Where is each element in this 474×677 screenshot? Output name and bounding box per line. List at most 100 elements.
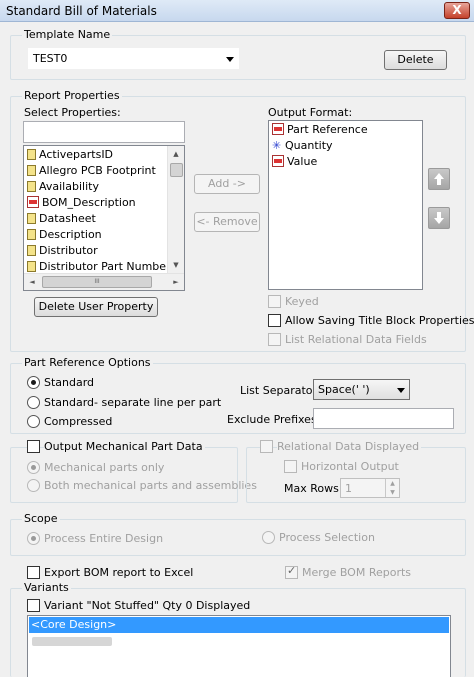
compressed-label: Compressed bbox=[44, 415, 113, 428]
horizontal-output-label: Horizontal Output bbox=[301, 460, 399, 473]
exclude-prefixes-input[interactable] bbox=[313, 408, 454, 429]
standard-separate-label: Standard- separate line per part bbox=[44, 396, 222, 409]
variant-not-stuffed-label: Variant "Not Stuffed" Qty 0 Displayed bbox=[44, 599, 251, 612]
list-item[interactable]: Part Reference bbox=[272, 122, 368, 138]
max-rows-value: 1 bbox=[345, 482, 352, 495]
radio-dot bbox=[31, 465, 36, 470]
property-search-input[interactable] bbox=[23, 121, 185, 143]
property-icon bbox=[27, 196, 39, 208]
checkmark-icon: ✓ bbox=[287, 564, 297, 577]
mechanical-only-label: Mechanical parts only bbox=[44, 461, 165, 474]
max-rows-stepper[interactable]: 1 ▲ ▼ bbox=[340, 478, 400, 498]
scope-legend: Scope bbox=[22, 512, 60, 525]
output-format-label: Output Format: bbox=[268, 106, 353, 119]
template-name-value: TEST0 bbox=[33, 52, 68, 65]
list-item[interactable]: Allegro PCB Footprint bbox=[27, 163, 156, 179]
scroll-right-icon[interactable]: ► bbox=[168, 274, 184, 290]
select-properties-list[interactable]: ActivepartsID Allegro PCB Footprint Avai… bbox=[23, 145, 185, 291]
list-separator-combo[interactable]: Space(' ') bbox=[313, 379, 410, 400]
obscured-item bbox=[32, 637, 112, 646]
chevron-down-icon[interactable] bbox=[226, 57, 234, 62]
scrollbar-thumb[interactable] bbox=[170, 163, 183, 177]
template-name-legend: Template Name bbox=[22, 28, 113, 41]
variants-list[interactable]: <Core Design> bbox=[27, 615, 451, 677]
list-item[interactable]: Distributor bbox=[27, 243, 98, 259]
close-button[interactable]: X bbox=[444, 2, 470, 19]
doc-icon bbox=[27, 245, 36, 256]
close-icon: X bbox=[452, 3, 462, 17]
keyed-label: Keyed bbox=[285, 295, 319, 308]
process-selection-label: Process Selection bbox=[279, 531, 375, 544]
property-icon bbox=[272, 155, 284, 167]
property-icon bbox=[272, 123, 284, 135]
template-name-combo[interactable]: TEST0 bbox=[28, 48, 239, 69]
list-item[interactable]: ActivepartsID bbox=[27, 147, 113, 163]
output-mechanical-checkbox[interactable] bbox=[27, 440, 40, 453]
add-property-button[interactable]: Add -> bbox=[194, 174, 260, 194]
allow-title-block-checkbox[interactable] bbox=[268, 314, 281, 327]
vertical-scrollbar[interactable]: ▲ ▼ bbox=[167, 146, 184, 273]
relational-data-label: Relational Data Displayed bbox=[277, 440, 422, 453]
max-rows-label: Max Rows bbox=[284, 482, 339, 495]
spin-up-icon[interactable]: ▲ bbox=[385, 479, 399, 488]
doc-icon bbox=[27, 165, 36, 176]
process-entire-label: Process Entire Design bbox=[44, 532, 164, 545]
doc-icon bbox=[27, 261, 36, 272]
star-icon: ✳ bbox=[272, 139, 282, 152]
standard-separate-radio[interactable] bbox=[27, 396, 40, 409]
scrollbar-thumb[interactable]: III bbox=[42, 276, 152, 288]
doc-icon bbox=[27, 229, 36, 240]
list-relational-checkbox[interactable] bbox=[268, 333, 281, 346]
variants-legend: Variants bbox=[22, 581, 71, 594]
standard-label: Standard bbox=[44, 376, 95, 389]
delete-template-button[interactable]: Delete bbox=[384, 50, 447, 70]
mechanical-group bbox=[10, 447, 238, 503]
export-excel-checkbox[interactable] bbox=[27, 566, 40, 579]
list-item[interactable]: BOM_Description bbox=[27, 195, 136, 211]
list-item[interactable]: Datasheet bbox=[27, 211, 96, 227]
merge-bom-label: Merge BOM Reports bbox=[302, 566, 412, 579]
export-excel-label: Export BOM report to Excel bbox=[44, 566, 194, 579]
list-item[interactable]: Description bbox=[27, 227, 102, 243]
output-format-list[interactable]: Part Reference ✳ Quantity Value bbox=[268, 120, 423, 290]
scroll-up-icon[interactable]: ▲ bbox=[168, 146, 184, 162]
relational-data-checkbox[interactable] bbox=[260, 440, 273, 453]
process-selection-radio[interactable] bbox=[262, 531, 275, 544]
move-up-button[interactable] bbox=[428, 168, 450, 190]
move-down-button[interactable] bbox=[428, 207, 450, 229]
part-reference-legend: Part Reference Options bbox=[22, 356, 153, 369]
mechanical-only-radio[interactable] bbox=[27, 461, 40, 474]
list-item[interactable]: Value bbox=[272, 154, 317, 170]
delete-user-property-button[interactable]: Delete User Property bbox=[34, 297, 158, 317]
list-separator-label: List Separator: bbox=[240, 384, 321, 397]
report-properties-legend: Report Properties bbox=[22, 89, 122, 102]
exclude-prefixes-label: Exclude Prefixes: bbox=[227, 413, 321, 426]
doc-icon bbox=[27, 213, 36, 224]
variant-not-stuffed-checkbox[interactable] bbox=[27, 599, 40, 612]
arrow-down-icon bbox=[434, 218, 444, 224]
doc-icon bbox=[27, 181, 36, 192]
list-item[interactable]: Availability bbox=[27, 179, 99, 195]
radio-dot bbox=[31, 380, 36, 385]
output-mechanical-label: Output Mechanical Part Data bbox=[44, 440, 205, 453]
list-item[interactable]: <Core Design> bbox=[29, 617, 449, 633]
radio-dot bbox=[31, 536, 36, 541]
select-properties-label: Select Properties: bbox=[24, 106, 121, 119]
allow-title-block-label: Allow Saving Title Block Properties bbox=[285, 314, 474, 327]
spin-down-icon[interactable]: ▼ bbox=[385, 488, 399, 497]
list-relational-label: List Relational Data Fields bbox=[285, 333, 427, 346]
process-entire-radio[interactable] bbox=[27, 532, 40, 545]
scroll-left-icon[interactable]: ◄ bbox=[24, 274, 40, 290]
scroll-down-icon[interactable]: ▼ bbox=[168, 257, 184, 273]
horizontal-output-checkbox[interactable] bbox=[284, 460, 297, 473]
list-item[interactable]: ✳ Quantity bbox=[272, 138, 333, 154]
compressed-radio[interactable] bbox=[27, 415, 40, 428]
horizontal-scrollbar[interactable]: ◄ III ► bbox=[24, 273, 184, 290]
keyed-checkbox[interactable] bbox=[268, 295, 281, 308]
remove-property-button[interactable]: <- Remove bbox=[194, 212, 260, 232]
chevron-down-icon[interactable] bbox=[397, 388, 405, 393]
standard-radio[interactable] bbox=[27, 376, 40, 389]
both-mechanical-radio[interactable] bbox=[27, 479, 40, 492]
list-separator-value: Space(' ') bbox=[318, 383, 370, 396]
merge-bom-checkbox[interactable]: ✓ bbox=[285, 564, 298, 579]
